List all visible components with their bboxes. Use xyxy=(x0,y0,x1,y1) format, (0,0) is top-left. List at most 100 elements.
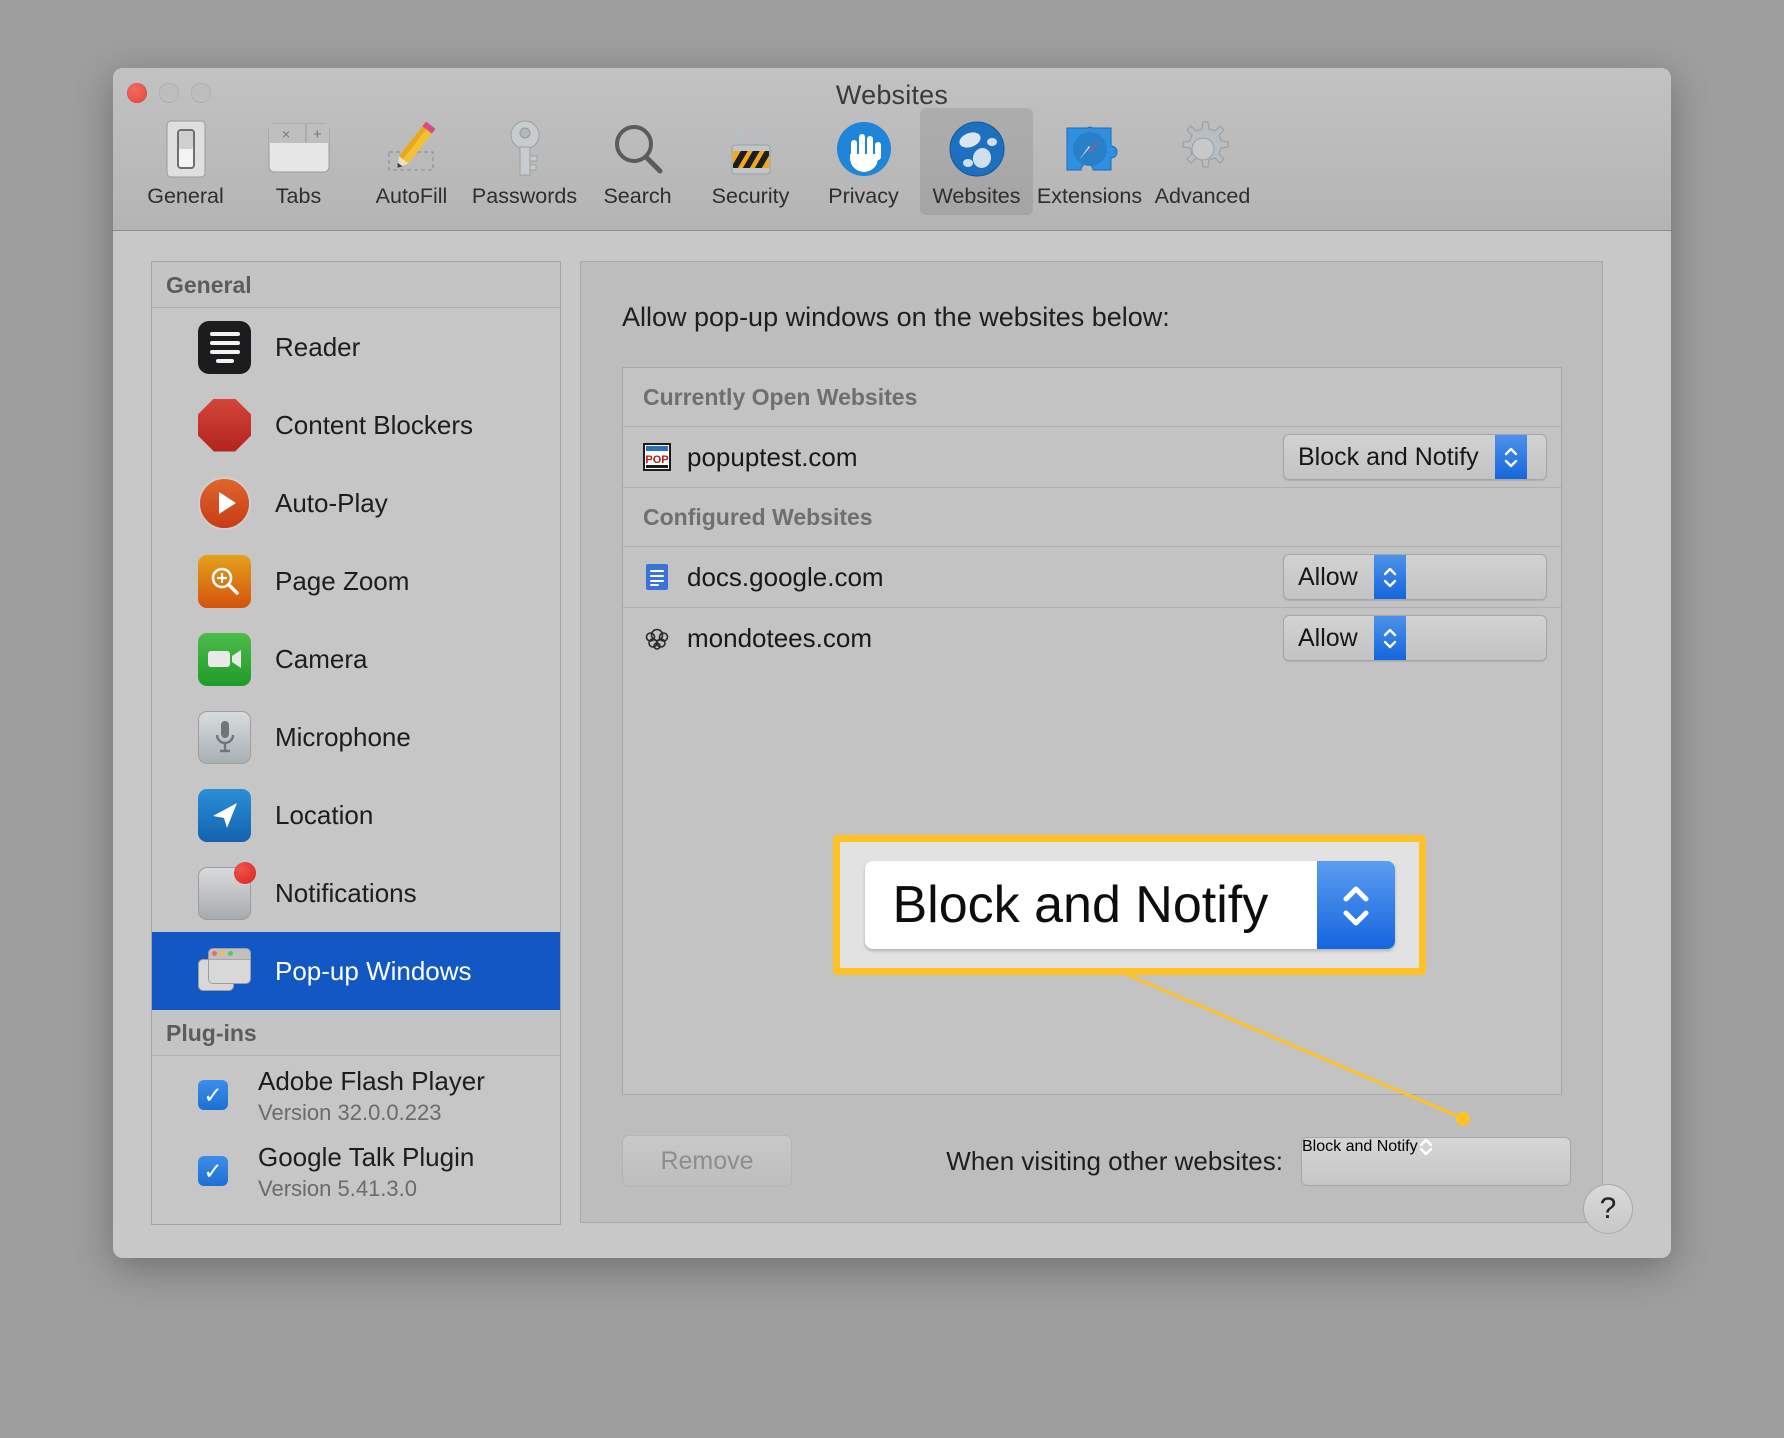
chevron-updown-icon xyxy=(1373,555,1406,599)
tab-general[interactable]: General xyxy=(129,108,242,215)
magnifier-icon xyxy=(581,116,694,182)
tab-autofill[interactable]: AutoFill xyxy=(355,108,468,215)
tab-websites-label: Websites xyxy=(932,184,1021,208)
popuptest-favicon: POP xyxy=(643,443,671,471)
tab-security[interactable]: Security xyxy=(694,108,807,215)
hand-icon xyxy=(807,116,920,182)
websites-detail-panel: Allow pop-up windows on the websites bel… xyxy=(580,261,1603,1223)
site-name: mondotees.com xyxy=(687,622,872,653)
sidebar-item-label: Content Blockers xyxy=(275,409,473,440)
zoom-in-icon xyxy=(198,554,251,608)
sidebar-item-label: Microphone xyxy=(275,721,411,752)
puzzle-icon xyxy=(1033,116,1146,182)
popup-permission-select[interactable]: Allow xyxy=(1283,554,1547,600)
sidebar-item-location[interactable]: Location xyxy=(152,776,560,854)
sidebar-group-plugins: Plug-ins xyxy=(152,1010,560,1056)
svg-text:×: × xyxy=(282,126,290,142)
table-row[interactable]: docs.google.com Allow xyxy=(623,547,1561,608)
globe-icon xyxy=(920,116,1033,182)
chevron-updown-icon xyxy=(1316,861,1395,949)
tab-privacy-label: Privacy xyxy=(828,184,899,208)
panel-caption: Allow pop-up windows on the websites bel… xyxy=(622,302,1170,332)
tab-search[interactable]: Search xyxy=(581,108,694,215)
pencil-icon xyxy=(355,116,468,182)
sidebar-item-label: Camera xyxy=(275,643,368,674)
tabs-icon: × + xyxy=(242,116,355,182)
tab-advanced-label: Advanced xyxy=(1154,184,1251,208)
websites-sidebar[interactable]: General Reader Content Blockers Auto-Pla… xyxy=(151,261,561,1225)
table-row[interactable]: mondotees.com Allow xyxy=(623,608,1561,668)
tab-websites[interactable]: Websites xyxy=(920,108,1033,215)
tab-search-label: Search xyxy=(603,184,672,208)
sidebar-item-label: Page Zoom xyxy=(275,565,410,596)
help-button[interactable]: ? xyxy=(1583,1184,1633,1234)
sidebar-item-label: Notifications xyxy=(275,877,417,908)
safari-preferences-window: Websites General × + Tabs AutoFill Passw… xyxy=(113,68,1671,1258)
sidebar-item-camera[interactable]: Camera xyxy=(152,620,560,698)
camera-icon xyxy=(198,632,251,686)
reader-icon xyxy=(198,320,251,374)
popup-permission-select[interactable]: Block and Notify xyxy=(1283,434,1547,480)
plugin-row[interactable]: ✓ Google Talk Plugin Version 5.41.3.0 xyxy=(152,1132,560,1208)
tab-extensions[interactable]: Extensions xyxy=(1033,108,1146,215)
svg-text:+: + xyxy=(313,126,322,143)
sidebar-item-label: Auto-Play xyxy=(275,487,388,518)
plugin-name: Google Talk Plugin xyxy=(258,1142,475,1172)
sidebar-item-label: Pop-up Windows xyxy=(275,955,472,986)
tab-security-label: Security xyxy=(711,184,790,208)
sidebar-item-microphone[interactable]: Microphone xyxy=(152,698,560,776)
popup-windows-icon xyxy=(198,945,251,998)
plugin-name: Adobe Flash Player xyxy=(258,1066,485,1096)
section-header-configured: Configured Websites xyxy=(623,488,1561,547)
preferences-toolbar: Websites General × + Tabs AutoFill Passw… xyxy=(113,68,1671,231)
key-icon xyxy=(468,116,581,182)
sidebar-item-notifications[interactable]: Notifications xyxy=(152,854,560,932)
remove-button[interactable]: Remove xyxy=(622,1135,792,1187)
table-row[interactable]: POP popuptest.com Block and Notify xyxy=(623,427,1561,488)
sidebar-item-pop-up-windows[interactable]: Pop-up Windows xyxy=(152,932,560,1010)
panel-footer: Remove When visiting other websites: Blo… xyxy=(622,1135,1571,1187)
tab-passwords[interactable]: Passwords xyxy=(468,108,581,215)
gear-icon xyxy=(1146,116,1259,182)
tab-privacy[interactable]: Privacy xyxy=(807,108,920,215)
tab-extensions-label: Extensions xyxy=(1036,184,1143,208)
notification-icon xyxy=(198,861,256,920)
google-docs-favicon xyxy=(643,563,671,591)
callout-permission-select[interactable]: Block and Notify xyxy=(864,861,1395,949)
plugin-version: Version 5.41.3.0 xyxy=(258,1176,418,1201)
popup-permission-select[interactable]: Allow xyxy=(1283,615,1547,661)
play-circle-icon xyxy=(198,476,251,530)
sidebar-item-page-zoom[interactable]: Page Zoom xyxy=(152,542,560,620)
default-permission-select[interactable]: Block and Notify xyxy=(1301,1136,1571,1186)
sidebar-item-auto-play[interactable]: Auto-Play xyxy=(152,464,560,542)
svg-text:POP: POP xyxy=(645,454,668,466)
preferences-body: General Reader Content Blockers Auto-Pla… xyxy=(113,231,1671,1258)
plugin-row[interactable]: ✓ Adobe Flash Player Version 32.0.0.223 xyxy=(152,1056,560,1132)
microphone-icon xyxy=(198,710,251,764)
section-header-currently-open: Currently Open Websites xyxy=(623,368,1561,427)
websites-list: Currently Open Websites POP popuptest.co… xyxy=(622,367,1562,1095)
site-name: docs.google.com xyxy=(687,561,884,592)
site-name: popuptest.com xyxy=(687,441,858,472)
tab-passwords-label: Passwords xyxy=(471,184,578,208)
plugin-checkbox[interactable]: ✓ xyxy=(198,1156,228,1186)
popup-permission-value: Block and Notify xyxy=(1298,442,1479,471)
window-title: Websites xyxy=(835,80,949,110)
sidebar-item-reader[interactable]: Reader xyxy=(152,308,560,386)
chevron-updown-icon xyxy=(1418,1138,1434,1185)
preference-tab-bar: General × + Tabs AutoFill Passwords Sear… xyxy=(129,108,1259,215)
magnified-callout: Block and Notify xyxy=(833,835,1426,975)
tab-general-label: General xyxy=(147,184,224,208)
tab-tabs-label: Tabs xyxy=(275,184,322,208)
tab-advanced[interactable]: Advanced xyxy=(1146,108,1259,215)
sidebar-item-label: Location xyxy=(275,799,374,830)
sidebar-group-general: General xyxy=(152,262,560,308)
chevron-updown-icon xyxy=(1373,616,1406,660)
plugin-checkbox[interactable]: ✓ xyxy=(198,1080,228,1110)
sidebar-item-label: Reader xyxy=(275,331,361,362)
popup-permission-value: Allow xyxy=(1298,562,1358,591)
mondotees-favicon xyxy=(643,624,671,652)
tab-tabs[interactable]: × + Tabs xyxy=(242,108,355,215)
sidebar-item-content-blockers[interactable]: Content Blockers xyxy=(152,386,560,464)
default-permission-value: Block and Notify xyxy=(1302,1137,1418,1155)
